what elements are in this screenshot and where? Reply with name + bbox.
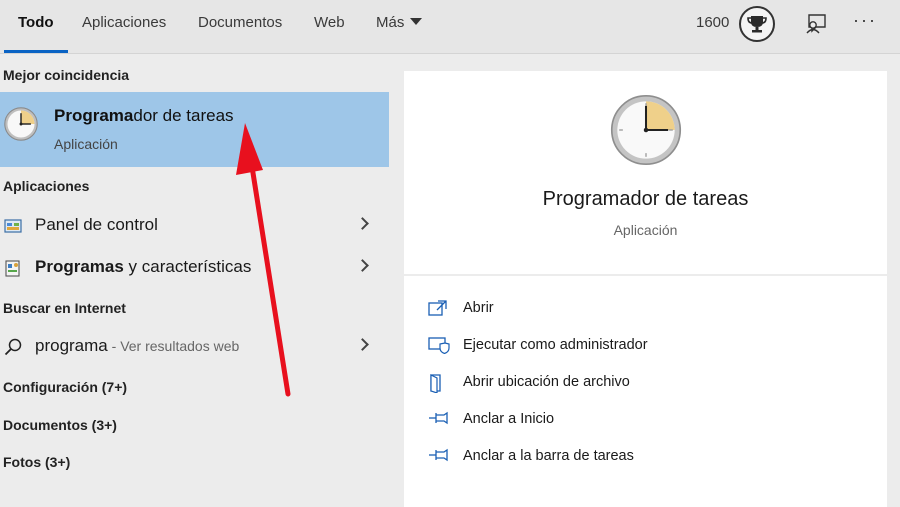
details-app-name: Programador de tareas <box>542 188 749 210</box>
annotation-arrow <box>236 123 291 397</box>
tab-documentos[interactable]: Documentos <box>198 0 282 52</box>
programas-label: Programas y características <box>35 257 251 277</box>
best-match-result[interactable]: Programador de tareas Aplicación <box>0 92 389 167</box>
control-panel-icon <box>4 219 22 233</box>
action-abrir-ubicacion-label: Abrir ubicación de archivo <box>463 374 630 390</box>
action-abrir-label: Abrir <box>463 300 494 316</box>
category-documentos[interactable]: Documentos (3+) <box>3 417 117 433</box>
tab-todo[interactable]: Todo <box>4 0 67 53</box>
details-pane: Programador de tareas Aplicación Abrir E… <box>389 54 900 507</box>
action-abrir[interactable]: Abrir <box>428 294 868 324</box>
best-match-title: Programador de tareas <box>54 106 234 126</box>
open-icon <box>428 300 447 316</box>
chevron-right-icon[interactable] <box>356 259 369 272</box>
clock-icon <box>610 94 682 166</box>
action-ejecutar-admin[interactable]: Ejecutar como administrador <box>428 331 868 361</box>
action-abrir-ubicacion[interactable]: Abrir ubicación de archivo <box>428 368 868 398</box>
trophy-icon[interactable] <box>739 6 775 42</box>
action-ejecutar-admin-label: Ejecutar como administrador <box>463 337 648 353</box>
best-match-subtitle: Aplicación <box>54 136 118 152</box>
best-match-title-rest: dor de tareas <box>133 106 234 125</box>
best-match-heading: Mejor coincidencia <box>3 67 130 83</box>
app-preview-card: Programador de tareas Aplicación <box>404 71 887 274</box>
tab-mas-label: Más <box>376 14 405 31</box>
caret-down-icon <box>410 18 423 25</box>
more-options-icon[interactable]: ··· <box>853 10 877 31</box>
programs-features-icon <box>5 260 20 277</box>
category-fotos[interactable]: Fotos (3+) <box>3 454 70 470</box>
tab-mas[interactable]: Más <box>376 0 423 52</box>
actions-card: Abrir Ejecutar como administrador Abrir … <box>404 276 887 507</box>
tab-web[interactable]: Web <box>314 0 345 52</box>
action-anclar-barra[interactable]: Anclar a la barra de tareas <box>428 442 868 472</box>
apps-heading: Aplicaciones <box>3 178 90 194</box>
tab-aplicaciones[interactable]: Aplicaciones <box>82 0 166 52</box>
web-search-query: programa <box>35 336 108 355</box>
rewards-points: 1600 <box>696 14 730 31</box>
list-item-web-search[interactable]: programa - Ver resultados web <box>0 327 389 367</box>
panel-de-control-label: Panel de control <box>35 215 158 234</box>
run-as-admin-icon <box>428 337 450 354</box>
feedback-icon[interactable] <box>804 12 828 41</box>
search-tab-bar: Todo Aplicaciones Documentos Web Más 160… <box>0 0 900 54</box>
chevron-right-icon[interactable] <box>356 217 369 230</box>
list-item-programas[interactable]: Programas y características <box>0 248 389 288</box>
search-icon <box>4 338 22 356</box>
programas-label-match: Programas <box>35 257 124 276</box>
web-search-heading: Buscar en Internet <box>3 300 126 316</box>
file-location-icon <box>430 374 441 393</box>
action-anclar-barra-label: Anclar a la barra de tareas <box>463 448 634 464</box>
web-search-hint: - Ver resultados web <box>107 338 240 354</box>
chevron-right-icon[interactable] <box>356 338 369 351</box>
clock-icon <box>4 107 38 141</box>
details-app-type: Aplicación <box>613 222 678 238</box>
results-pane: Mejor coincidencia Programador de tareas… <box>0 54 389 507</box>
list-item-panel-de-control[interactable]: Panel de control <box>0 206 389 246</box>
action-anclar-inicio-label: Anclar a Inicio <box>463 411 555 427</box>
action-anclar-inicio[interactable]: Anclar a Inicio <box>428 405 868 435</box>
category-configuracion[interactable]: Configuración (7+) <box>3 379 127 395</box>
best-match-title-match: Programa <box>54 106 134 125</box>
web-search-label: programa - Ver resultados web <box>35 336 239 356</box>
pin-icon <box>429 411 448 425</box>
pin-icon <box>429 448 448 462</box>
